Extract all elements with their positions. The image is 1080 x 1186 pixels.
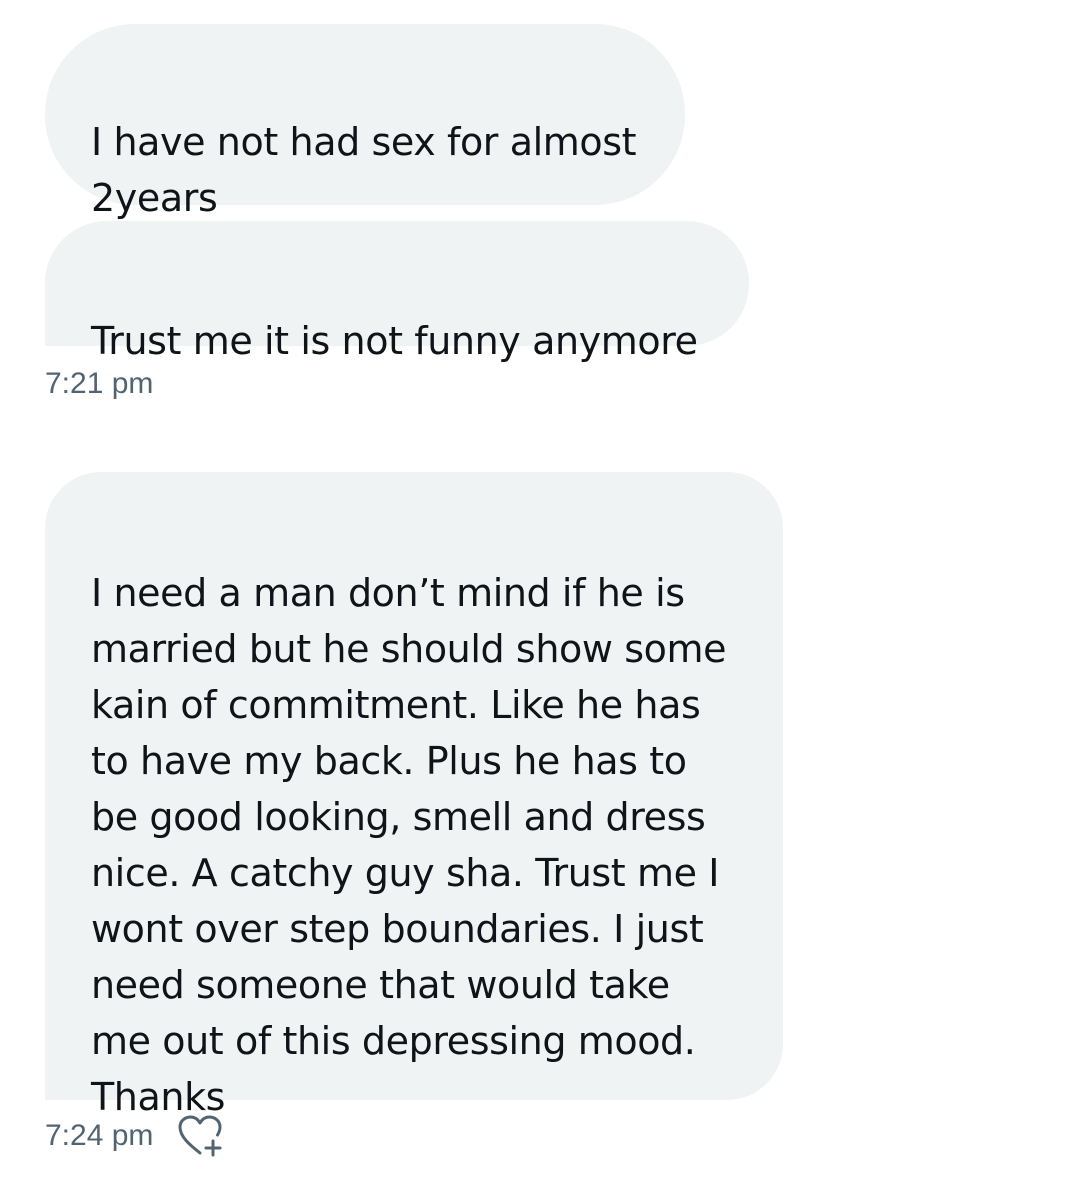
message-text: I need a man don’t mind if he is married… xyxy=(91,571,727,1119)
message-bubble[interactable]: Trust me it is not funny anymore xyxy=(45,221,749,363)
message-timestamp: 7:24 pm xyxy=(45,1119,154,1152)
message-bubble[interactable]: I have not had sex for almost 2years xyxy=(45,24,685,220)
message-text: I have not had sex for almost 2years xyxy=(91,120,637,220)
heart-plus-icon[interactable] xyxy=(176,1113,226,1157)
message-bubble[interactable]: I need a man don’t mind if he is married… xyxy=(45,472,783,1119)
message-text: Trust me it is not funny anymore xyxy=(91,319,698,363)
message-timestamp: 7:21 pm xyxy=(45,367,154,400)
